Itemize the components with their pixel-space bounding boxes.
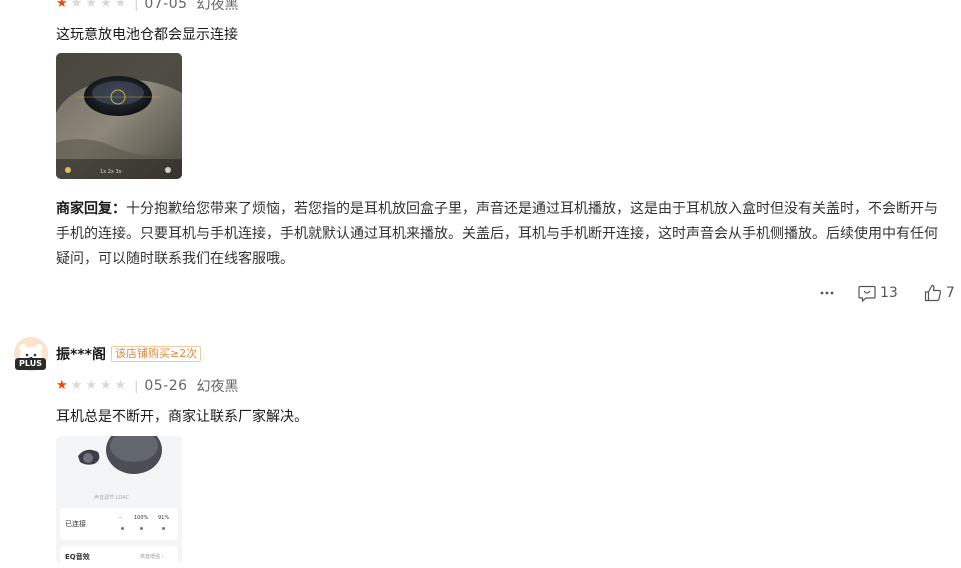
case-battery: -- (118, 515, 122, 521)
connection-card: 已连接 -- 100% 91% (60, 508, 178, 540)
merchant-reply-label: 商家回复： (56, 201, 126, 217)
review2-text: 耳机总是不断开，商家让联系厂家解决。 (56, 409, 308, 425)
merchant-reply: 商家回复：十分抱歉给您带来了烦恼，若您指的是耳机放回盒子里，声音还是通过耳机播放… (56, 197, 951, 272)
eq-label: EQ音效 (65, 553, 90, 561)
right-dot-icon (162, 527, 165, 530)
review1-stars: ★ ★ ★ ★ ★ (56, 0, 126, 11)
left-battery: 100% (134, 515, 149, 521)
star-filled-icon: ★ (56, 0, 68, 11)
reviewer-name-row: 振***阁 该店铺购买≥2次 (56, 344, 202, 364)
more-button[interactable] (820, 291, 834, 295)
comment-icon (858, 285, 876, 302)
more-icon (820, 291, 834, 295)
star-empty-icon: ★ (99, 378, 112, 393)
repeat-buyer-tag: 该店铺购买≥2次 (110, 346, 202, 362)
like-button[interactable]: 7 (924, 284, 955, 302)
screenshot-caption: 声音调节 LDAC (94, 495, 129, 501)
review1-photo[interactable]: 1x 2x 3x (56, 53, 182, 179)
review1-actions: 13 7 (820, 284, 955, 302)
star-filled-icon: ★ (56, 378, 68, 393)
comment-count: 13 (880, 285, 898, 301)
right-battery: 91% (158, 515, 170, 521)
eq-value: 高音增强 › (140, 554, 164, 560)
review1-sku: 幻夜黑 (196, 0, 239, 13)
svg-text:1x 2x 3x: 1x 2x 3x (100, 169, 122, 175)
comment-button[interactable]: 13 (858, 285, 898, 302)
review1-rating-row: ★ ★ ★ ★ ★ | 07-05 幻夜黑 (56, 0, 239, 14)
star-empty-icon: ★ (114, 378, 127, 393)
star-empty-icon: ★ (85, 0, 97, 11)
reviewer-nickname: 振***阁 (56, 347, 106, 363)
merchant-reply-text: 十分抱歉给您带来了烦恼，若您指的是耳机放回盒子里，声音还是通过耳机播放，这是由于… (56, 201, 938, 267)
case-dot-icon (121, 527, 124, 530)
earbuds-image (56, 436, 182, 496)
review2-date: 05-26 (144, 378, 188, 394)
thumbs-up-icon (924, 284, 941, 302)
star-empty-icon: ★ (99, 0, 112, 11)
like-count: 7 (945, 285, 955, 301)
review2-sku: 幻夜黑 (196, 379, 239, 395)
review1-date: 07-05 (144, 0, 188, 12)
eq-row: EQ音效 高音增强 › (60, 546, 178, 564)
plus-badge: PLUS (15, 358, 46, 370)
review2-stars: ★ ★ ★ ★ ★ (56, 379, 126, 393)
star-empty-icon: ★ (114, 0, 127, 11)
review2-rating-row: ★ ★ ★ ★ ★ | 05-26 幻夜黑 (56, 376, 239, 396)
divider: | (134, 0, 139, 11)
star-empty-icon: ★ (85, 378, 97, 393)
left-dot-icon (140, 527, 143, 530)
divider: | (134, 379, 139, 393)
connection-status: 已连接 (65, 520, 86, 528)
review1-text: 这玩意放电池仓都会显示连接 (56, 27, 238, 43)
review1-photo-image: 1x 2x 3x (56, 53, 182, 179)
star-empty-icon: ★ (70, 0, 83, 11)
star-empty-icon: ★ (70, 378, 83, 393)
review2-photo[interactable]: 声音调节 LDAC 已连接 -- 100% 91% EQ音效 高音增强 › (56, 436, 182, 564)
